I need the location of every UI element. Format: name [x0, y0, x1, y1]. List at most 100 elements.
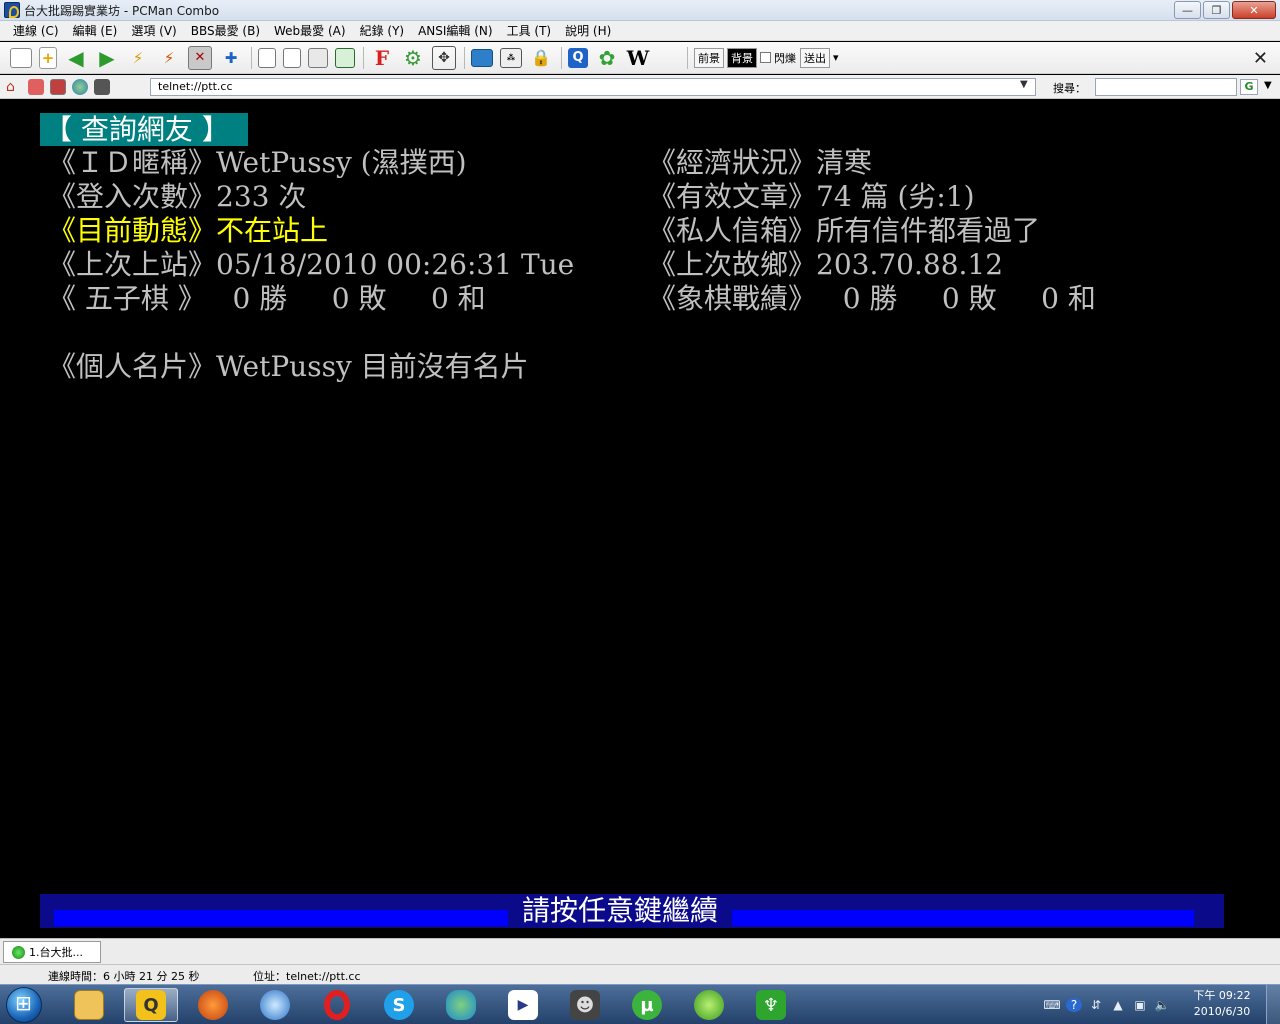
ansi-color-icon[interactable]: ⁂ [500, 47, 522, 68]
blink-label: 閃爍 [774, 51, 796, 65]
live-icon: ▶ [508, 990, 538, 1020]
globe-icon[interactable] [72, 78, 88, 95]
back-arrow-icon[interactable]: ◀ [64, 46, 88, 70]
foreground-color-button[interactable]: 前景 [694, 47, 724, 68]
field-value: WetPussy 目前沒有名片 [216, 350, 529, 383]
menu-log[interactable]: 紀錄 (Y) [353, 22, 412, 39]
restore-button[interactable]: ❐ [1203, 1, 1230, 19]
settings-gear-icon[interactable]: ⚙ [401, 46, 425, 70]
reconnect-icon[interactable]: ⚡ [126, 46, 150, 70]
toolbar-separator [251, 46, 252, 69]
menu-edit[interactable]: 編輯 (E) [66, 22, 125, 39]
background-color-button[interactable]: 背景 [727, 47, 757, 68]
menu-ansi-edit[interactable]: ANSI編輯 (N) [411, 22, 500, 39]
pcman-logo-icon[interactable]: Q [568, 47, 588, 68]
start-button[interactable] [6, 987, 42, 1023]
taskbar-pcman[interactable]: Q [124, 988, 178, 1022]
search-engine-icon[interactable]: G [1240, 79, 1258, 95]
info-row: 《經濟狀況》清寒 [648, 146, 872, 180]
field-label: 《有效文章》 [648, 180, 817, 213]
taskbar-chat-bird[interactable] [682, 988, 736, 1022]
copy-icon[interactable] [258, 47, 276, 68]
field-value: 0 勝 0 敗 0 和 [205, 282, 486, 315]
wikipedia-icon[interactable]: W [626, 46, 650, 70]
address-toolbar: ⌂ telnet://ptt.cc ▼ 搜尋： G ▼ [0, 75, 1280, 99]
home-icon[interactable]: ⌂ [6, 79, 22, 95]
taskbar-media-player[interactable] [186, 988, 240, 1022]
ascii-toggle-icon[interactable] [50, 78, 66, 95]
field-value: 所有信件都看過了 [816, 214, 1041, 247]
messenger-icon [446, 990, 476, 1020]
copy-article-icon[interactable] [308, 47, 328, 68]
close-button[interactable]: ✕ [1232, 1, 1276, 19]
disconnect-icon[interactable]: ⚡ [157, 46, 181, 70]
address-input[interactable]: telnet://ptt.cc [150, 78, 1036, 96]
send-dropdown-icon[interactable]: ▾ [833, 51, 839, 64]
field-label: 《私人信箱》 [648, 214, 817, 247]
tab-ptt[interactable]: 1.台大批... [3, 941, 101, 963]
taskbar-windows-live[interactable]: ▶ [496, 988, 550, 1022]
close-connection-icon[interactable]: ✕ [188, 45, 212, 70]
pcman-app-icon[interactable] [4, 2, 20, 18]
minimize-button[interactable]: — [1174, 1, 1201, 19]
font-icon[interactable]: F [370, 46, 394, 70]
media-player-icon [198, 990, 228, 1020]
taskbar-opera[interactable] [310, 988, 364, 1022]
taskbar-app-green[interactable]: ♆ [744, 988, 798, 1022]
field-value: 74 篇 (劣:1) [816, 180, 975, 213]
menu-bbs-favorites[interactable]: BBS最愛 (B) [184, 22, 267, 39]
tray-arrows-icon[interactable]: ⇵ [1088, 998, 1104, 1012]
help-icon[interactable]: ? [1066, 998, 1082, 1012]
lock-icon[interactable]: 🔒 [529, 46, 553, 70]
taskbar-explorer[interactable] [62, 988, 116, 1022]
add-favorite-icon[interactable]: ✚ [219, 46, 243, 70]
press-any-key-bar[interactable]: 請按任意鍵繼續 [40, 894, 1224, 928]
blink-checkbox[interactable] [760, 52, 771, 63]
select-all-icon[interactable] [335, 47, 355, 68]
menu-connection[interactable]: 連線 (C) [6, 22, 66, 39]
taskbar-utorrent[interactable]: µ [620, 988, 674, 1022]
menu-help[interactable]: 說明 (H) [558, 22, 618, 39]
field-value: 不在站上 [216, 214, 329, 247]
screenshot-icon[interactable] [471, 48, 493, 67]
paste-icon[interactable] [283, 47, 301, 68]
menu-options[interactable]: 選項 (V) [124, 22, 183, 39]
address-dropdown-icon[interactable]: ▼ [1020, 79, 1028, 90]
taskbar-internet-explorer[interactable] [248, 988, 302, 1022]
field-value: 0 勝 0 敗 0 和 [816, 282, 1096, 315]
info-row: 《 五子棋 》 0 勝 0 敗 0 和 [48, 282, 486, 316]
windows-taskbar: Q S ▶ ☻ µ ♆ ⌨ ? ⇵ ▲ ▣ 🔈 下午 09:22 2010/6/… [0, 984, 1280, 1024]
taskbar-clock[interactable]: 下午 09:22 2010/6/30 [1188, 988, 1256, 1020]
fullscreen-icon[interactable]: ✥ [432, 45, 456, 70]
volume-icon[interactable]: 🔈 [1154, 998, 1170, 1012]
show-hidden-icons-icon[interactable]: ▲ [1110, 998, 1126, 1012]
taskbar-skype[interactable]: S [372, 988, 426, 1022]
new-connection-icon[interactable]: + [39, 46, 57, 69]
bbs-terminal[interactable]: 【 查詢網友 】 《ＩＤ暱稱》WetPussy (濕撲西) 《登入次數》233 … [0, 100, 1280, 938]
info-row: 《私人信箱》所有信件都看過了 [648, 214, 1040, 248]
personal-card-row: 《個人名片》WetPussy 目前沒有名片 [48, 350, 529, 384]
close-tab-icon[interactable]: ✕ [1253, 48, 1268, 69]
keyboard-icon[interactable]: ⌨ [1043, 998, 1060, 1012]
opera-icon [324, 990, 350, 1020]
connection-tab-bar: 1.台大批... [0, 938, 1280, 964]
query-user-title: 【 查詢網友 】 [40, 113, 248, 146]
menu-tools[interactable]: 工具 (T) [500, 22, 559, 39]
keyboard-icon[interactable] [94, 78, 110, 95]
search-input[interactable] [1095, 78, 1237, 96]
search-engine-dropdown-icon[interactable]: ▼ [1264, 80, 1272, 91]
forward-arrow-icon[interactable]: ▶ [95, 46, 119, 70]
sites-list-icon[interactable] [10, 47, 32, 68]
parrot-icon [694, 990, 724, 1020]
antiidle-icon[interactable] [28, 78, 44, 95]
show-desktop-button[interactable] [1266, 985, 1280, 1024]
taskbar-app-alien[interactable]: ☻ [558, 988, 612, 1022]
taskbar-messenger[interactable] [434, 988, 488, 1022]
window-controls: — ❐ ✕ [1174, 1, 1276, 19]
send-button[interactable]: 送出 [800, 47, 830, 68]
status-address: 位址：telnet://ptt.cc [253, 970, 361, 983]
menu-web-favorites[interactable]: Web最愛 (A) [267, 22, 353, 39]
network-icon[interactable]: ▣ [1132, 998, 1148, 1012]
flower-icon[interactable]: ✿ [595, 46, 619, 70]
connected-status-icon [12, 945, 25, 959]
